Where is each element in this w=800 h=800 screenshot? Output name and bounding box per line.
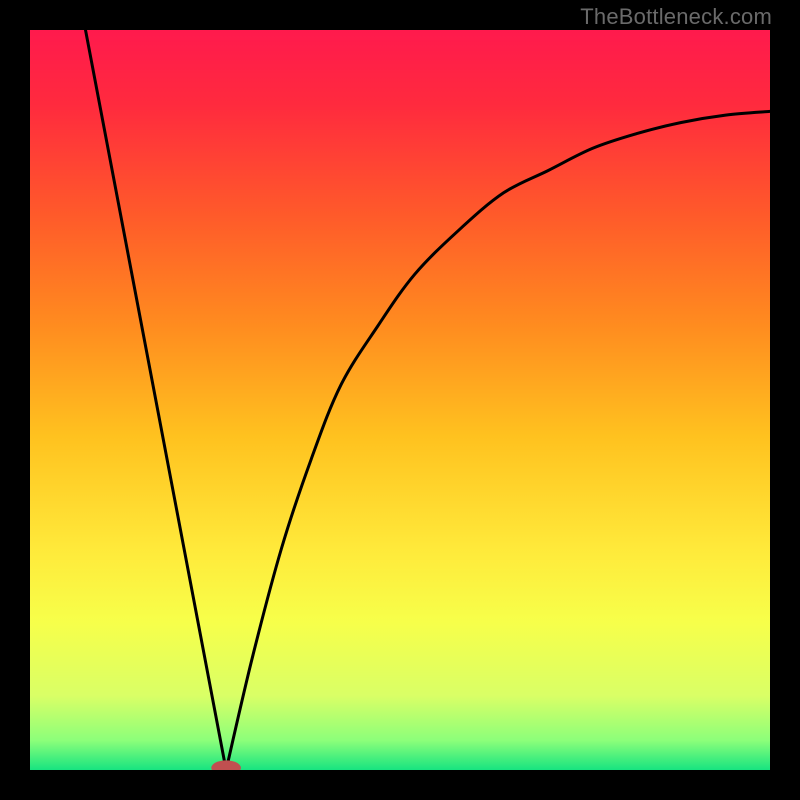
watermark-text: TheBottleneck.com bbox=[580, 4, 772, 30]
chart-svg bbox=[30, 30, 770, 770]
plot-area bbox=[30, 30, 770, 770]
gradient-background bbox=[30, 30, 770, 770]
chart-frame: TheBottleneck.com bbox=[0, 0, 800, 800]
